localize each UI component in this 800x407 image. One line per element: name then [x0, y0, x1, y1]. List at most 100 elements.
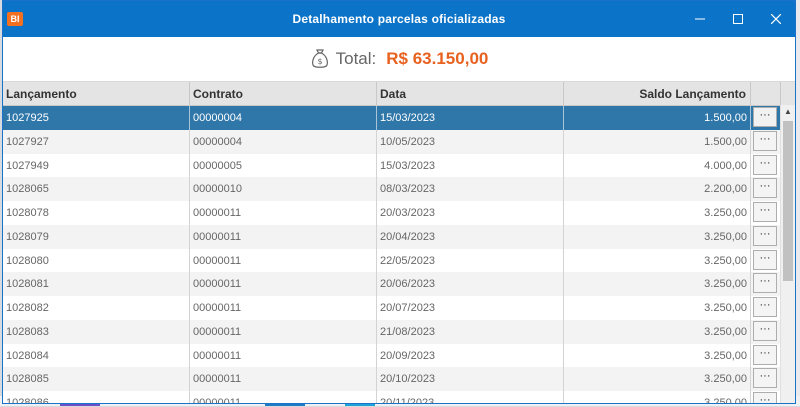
scroll-thumb[interactable]	[783, 121, 793, 281]
row-more-button[interactable]: ···	[753, 178, 777, 199]
cell-data: 22/05/2023	[377, 248, 564, 273]
row-more-button[interactable]: ···	[753, 107, 777, 127]
close-button[interactable]	[757, 1, 795, 37]
table-row[interactable]: 1028083 00000011 21/08/2023 3.250,00 ···	[3, 319, 795, 344]
maximize-button[interactable]	[719, 1, 757, 37]
cell-saldo: 3.250,00	[564, 248, 751, 273]
column-header-lancamento[interactable]: Lançamento	[3, 82, 190, 105]
cell-contrato: 00000011	[190, 367, 377, 391]
row-more-button[interactable]: ···	[753, 392, 777, 403]
total-label: Total:	[335, 49, 377, 68]
cell-data: 15/03/2023	[377, 153, 564, 178]
row-more-button[interactable]: ···	[753, 368, 777, 389]
row-more-button[interactable]: ···	[753, 273, 777, 294]
cell-actions: ···	[751, 106, 781, 130]
minimize-button[interactable]	[681, 1, 719, 37]
cell-contrato: 00000004	[190, 106, 377, 130]
cell-actions: ···	[751, 296, 781, 320]
row-more-button[interactable]: ···	[753, 249, 777, 270]
cell-saldo: 1.500,00	[564, 129, 751, 154]
table-row[interactable]: 1028080 00000011 22/05/2023 3.250,00 ···	[3, 248, 795, 273]
cell-saldo: 3.250,00	[564, 296, 751, 320]
cell-data: 08/03/2023	[377, 177, 564, 201]
cell-data: 20/09/2023	[377, 343, 564, 368]
svg-text:$: $	[317, 57, 322, 66]
table-row[interactable]: 1027949 00000005 15/03/2023 4.000,00 ···	[3, 153, 795, 178]
table-row[interactable]: 1028086 00000011 20/11/2023 3.250,00 ···	[3, 391, 795, 403]
table-row[interactable]: 1028085 00000011 20/10/2023 3.250,00 ···	[3, 367, 795, 391]
title-bar[interactable]: BI Detalhamento parcelas oficializadas	[3, 1, 795, 37]
scroll-up-icon[interactable]: ▲	[781, 105, 795, 119]
row-more-button[interactable]: ···	[753, 225, 777, 246]
row-more-button[interactable]: ···	[753, 130, 777, 151]
cell-data: 15/03/2023	[377, 106, 564, 130]
cell-lancamento: 1028078	[3, 201, 190, 225]
cell-data: 20/10/2023	[377, 367, 564, 391]
table-row[interactable]: 1028084 00000011 20/09/2023 3.250,00 ···	[3, 343, 795, 368]
cell-contrato: 00000011	[190, 248, 377, 273]
column-header-actions	[751, 82, 781, 105]
cell-saldo: 3.250,00	[564, 272, 751, 296]
table-row[interactable]: 1028081 00000011 20/06/2023 3.250,00 ···	[3, 272, 795, 296]
row-more-button[interactable]: ···	[753, 297, 777, 317]
row-more-button[interactable]: ···	[753, 344, 777, 365]
cell-data: 10/05/2023	[377, 129, 564, 154]
cell-contrato: 00000011	[190, 224, 377, 249]
dialog-title: Detalhamento parcelas oficializadas	[292, 12, 506, 26]
cell-contrato: 00000011	[190, 296, 377, 320]
cell-saldo: 3.250,00	[564, 391, 751, 403]
cell-lancamento: 1028081	[3, 272, 190, 296]
cell-data: 20/03/2023	[377, 201, 564, 225]
table-row[interactable]: 1027925 00000004 15/03/2023 1.500,00 ···	[3, 106, 795, 130]
cell-saldo: 4.000,00	[564, 153, 751, 178]
cell-saldo: 3.250,00	[564, 343, 751, 368]
row-more-button[interactable]: ···	[753, 320, 777, 341]
cell-contrato: 00000011	[190, 272, 377, 296]
cell-data: 20/11/2023	[377, 391, 564, 403]
cell-contrato: 00000011	[190, 343, 377, 368]
maximize-icon	[733, 14, 743, 24]
cell-data: 20/04/2023	[377, 224, 564, 249]
cell-lancamento: 1028086	[3, 391, 190, 403]
table-row[interactable]: 1027927 00000004 10/05/2023 1.500,00 ···	[3, 129, 795, 154]
cell-actions: ···	[751, 154, 781, 178]
cell-actions: ···	[751, 367, 781, 391]
table-row[interactable]: 1028078 00000011 20/03/2023 3.250,00 ···	[3, 201, 795, 225]
cell-saldo: 2.200,00	[564, 177, 751, 201]
cell-actions: ···	[751, 320, 781, 344]
row-more-button[interactable]: ···	[753, 154, 777, 175]
cell-lancamento: 1027949	[3, 153, 190, 178]
cell-lancamento: 1028082	[3, 296, 190, 320]
installments-grid: Lançamento Contrato Data Saldo Lançament…	[3, 82, 795, 403]
minimize-icon	[695, 18, 705, 20]
cell-actions: ···	[751, 177, 781, 201]
cell-actions: ···	[751, 344, 781, 368]
row-more-button[interactable]: ···	[753, 202, 777, 222]
cell-contrato: 00000010	[190, 177, 377, 201]
cell-actions: ···	[751, 272, 781, 296]
cell-actions: ···	[751, 225, 781, 249]
column-header-contrato[interactable]: Contrato	[190, 82, 377, 105]
table-row[interactable]: 1028079 00000011 20/04/2023 3.250,00 ···	[3, 224, 795, 249]
cell-data: 20/07/2023	[377, 296, 564, 320]
cell-lancamento: 1027925	[3, 106, 190, 130]
cell-lancamento: 1028079	[3, 224, 190, 249]
cell-actions: ···	[751, 391, 781, 403]
cell-contrato: 00000004	[190, 129, 377, 154]
cell-lancamento: 1028080	[3, 248, 190, 273]
money-bag-icon: $	[311, 49, 328, 68]
cell-contrato: 00000011	[190, 391, 377, 403]
column-header-data[interactable]: Data	[377, 82, 564, 105]
total-summary: $ Total: R$ 63.150,00	[3, 37, 795, 82]
cell-saldo: 3.250,00	[564, 224, 751, 249]
app-logo-icon: BI	[7, 12, 23, 26]
table-row[interactable]: 1028082 00000011 20/07/2023 3.250,00 ···	[3, 296, 795, 320]
table-row[interactable]: 1028065 00000010 08/03/2023 2.200,00 ···	[3, 177, 795, 201]
cell-lancamento: 1028085	[3, 367, 190, 391]
vertical-scrollbar[interactable]: ▲	[780, 105, 795, 403]
window-controls	[681, 1, 795, 37]
cell-actions: ···	[751, 201, 781, 225]
cell-saldo: 3.250,00	[564, 319, 751, 344]
cell-contrato: 00000005	[190, 153, 377, 178]
column-header-saldo[interactable]: Saldo Lançamento	[564, 82, 751, 105]
